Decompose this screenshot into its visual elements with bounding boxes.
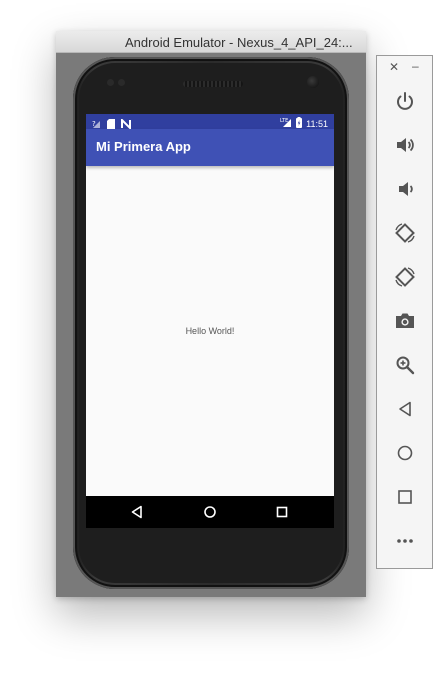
power-icon bbox=[397, 92, 413, 110]
nav-back-button[interactable] bbox=[129, 504, 145, 520]
volume-down-button[interactable] bbox=[391, 175, 419, 203]
close-icon[interactable]: ✕ bbox=[389, 60, 399, 74]
volume-down-icon bbox=[399, 182, 413, 196]
overview-icon bbox=[398, 490, 412, 504]
more-icon bbox=[397, 539, 413, 543]
hello-text: Hello World! bbox=[185, 326, 235, 336]
device-screen[interactable]: ? LTE 11:51 Mi Primera App Hello World! bbox=[86, 114, 334, 528]
rotate-left-button[interactable] bbox=[391, 219, 419, 247]
back-icon bbox=[399, 401, 411, 417]
app-title: Mi Primera App bbox=[96, 139, 191, 154]
toolbar-window-controls: ✕ – bbox=[377, 59, 434, 76]
volume-up-icon bbox=[397, 138, 414, 152]
zoom-icon bbox=[396, 356, 415, 375]
activity-content: Hello World! bbox=[86, 166, 334, 496]
svg-text:?: ? bbox=[92, 120, 96, 128]
zoom-button[interactable] bbox=[391, 351, 419, 379]
front-camera bbox=[307, 76, 319, 88]
power-button[interactable] bbox=[391, 87, 419, 115]
nav-home-button[interactable] bbox=[202, 504, 218, 520]
rotate-right-icon bbox=[395, 267, 415, 287]
screenshot-button[interactable] bbox=[391, 307, 419, 335]
home-circle-icon bbox=[204, 506, 216, 518]
rotate-right-button[interactable] bbox=[391, 263, 419, 291]
minimize-icon[interactable]: – bbox=[412, 59, 419, 73]
status-bar: ? LTE 11:51 bbox=[86, 114, 334, 131]
back-button[interactable] bbox=[391, 395, 419, 423]
camera-icon bbox=[396, 313, 414, 328]
screenshot-root: Android Emulator - Nexus_4_API_24:... ? bbox=[0, 0, 435, 677]
volume-up-button[interactable] bbox=[391, 131, 419, 159]
navigation-bar bbox=[86, 496, 334, 528]
home-button[interactable] bbox=[391, 439, 419, 467]
more-button[interactable] bbox=[391, 527, 419, 555]
window-title: Android Emulator - Nexus_4_API_24:... bbox=[125, 35, 353, 50]
overview-square-icon bbox=[276, 506, 288, 518]
overview-button[interactable] bbox=[391, 483, 419, 511]
app-toolbar: Mi Primera App bbox=[86, 129, 334, 166]
home-icon bbox=[397, 445, 413, 461]
rotate-left-icon bbox=[395, 223, 415, 243]
earpiece-speaker bbox=[183, 81, 243, 87]
nav-overview-button[interactable] bbox=[274, 504, 290, 520]
back-triangle-icon bbox=[131, 505, 142, 519]
sensor-dots bbox=[107, 79, 127, 87]
emulator-toolbar: ✕ – bbox=[376, 55, 433, 569]
emulator-titlebar[interactable]: Android Emulator - Nexus_4_API_24:... bbox=[56, 31, 366, 53]
